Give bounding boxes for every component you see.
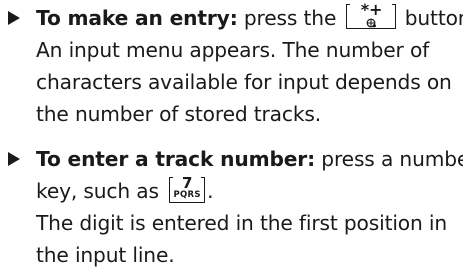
instruction-text: press a number xyxy=(315,147,463,171)
instruction-line: key, such as 7 PQRS. xyxy=(0,175,460,207)
instruction-make-entry: To make an entry: press the *+ button. A… xyxy=(0,2,463,130)
asterisk-plus-key-icon: *+ xyxy=(346,2,397,29)
triangle-bullet-icon xyxy=(8,152,20,166)
instruction-line: To make an entry: press the *+ button. xyxy=(0,2,463,34)
triangle-bullet-icon xyxy=(8,11,20,25)
instruction-heading: To make an entry: xyxy=(36,6,238,30)
instruction-track-number: To enter a track number: press a number … xyxy=(0,143,463,271)
instruction-line: the number of stored tracks. xyxy=(36,102,322,126)
instruction-text: press the xyxy=(237,6,343,30)
number-7-key-icon: 7 PQRS xyxy=(169,173,206,203)
instruction-text: button. xyxy=(404,6,463,30)
instruction-line: To enter a track number: press a number xyxy=(0,143,463,175)
instruction-text: key, such as xyxy=(36,179,166,203)
instruction-line: the input line. xyxy=(36,243,175,267)
instruction-heading: To enter a track number: xyxy=(36,147,316,171)
key-letters: PQRS xyxy=(173,189,201,200)
instruction-text: . xyxy=(207,179,214,203)
globe-plus-icon xyxy=(347,16,395,28)
instruction-line: characters available for input depends o… xyxy=(36,70,452,94)
instruction-line: The digit is entered in the first positi… xyxy=(36,211,448,235)
key-digit: 7 xyxy=(182,173,193,192)
instruction-line: An input menu appears. The number of xyxy=(36,38,430,62)
